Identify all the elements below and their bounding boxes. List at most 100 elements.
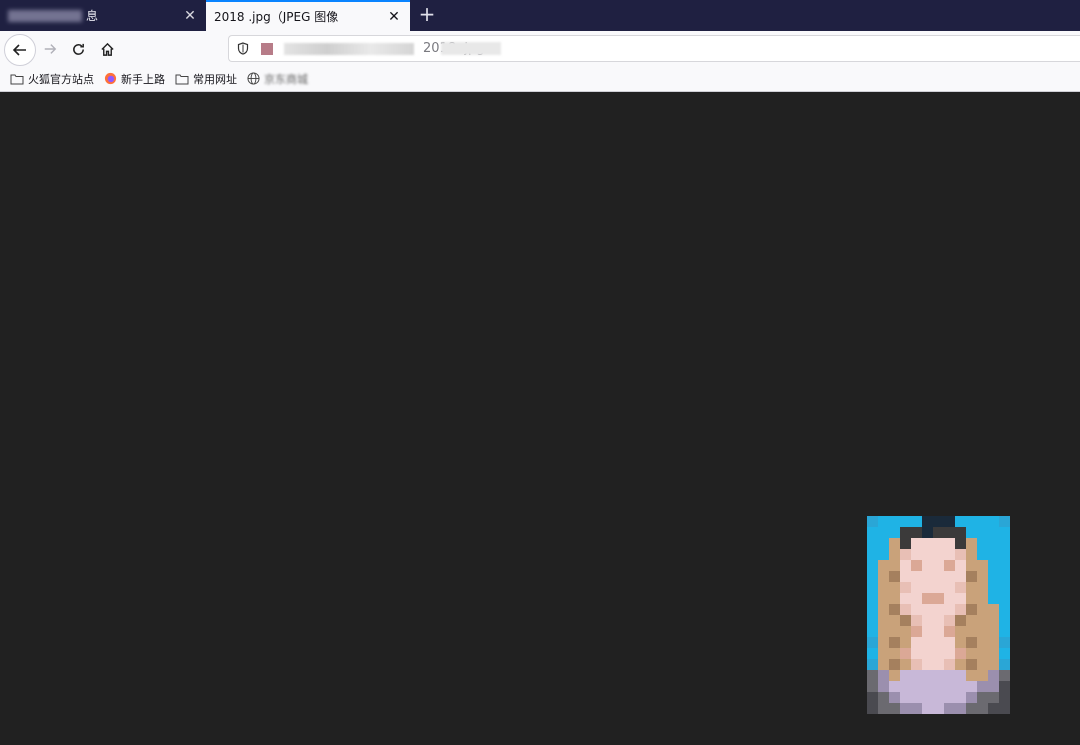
image-pixel — [999, 681, 1010, 692]
site-favicon — [261, 42, 273, 55]
image-pixel — [977, 527, 988, 538]
tab-inactive[interactable]: 息 ✕ — [0, 0, 206, 31]
image-pixel — [911, 648, 922, 659]
bookmark-label: 火狐官方站点 — [28, 72, 94, 86]
image-pixel — [966, 615, 977, 626]
image-pixel — [977, 582, 988, 593]
image-pixel — [988, 626, 999, 637]
image-pixel — [933, 527, 944, 538]
bookmark-item[interactable]: 新手上路 — [104, 71, 165, 87]
image-pixel — [889, 560, 900, 571]
image-pixel — [955, 549, 966, 560]
image-pixel — [900, 670, 911, 681]
image-pixel — [867, 615, 878, 626]
image-pixel — [955, 703, 966, 714]
image-pixel — [999, 582, 1010, 593]
image-pixel — [955, 637, 966, 648]
image-pixel — [889, 670, 900, 681]
image-pixel — [988, 571, 999, 582]
image-pixel — [966, 571, 977, 582]
reload-button[interactable] — [64, 35, 92, 63]
image-pixel — [999, 593, 1010, 604]
image-pixel — [867, 549, 878, 560]
bookmark-item[interactable]: 常用网址 — [175, 71, 237, 87]
image-pixel — [988, 560, 999, 571]
image-pixel — [955, 681, 966, 692]
arrow-right-icon — [44, 44, 57, 54]
close-icon[interactable]: ✕ — [384, 9, 404, 25]
home-button[interactable] — [93, 35, 121, 63]
image-pixel — [867, 516, 878, 527]
image-pixel — [867, 527, 878, 538]
jpeg-image[interactable] — [867, 516, 1010, 714]
image-pixel — [911, 527, 922, 538]
image-pixel — [999, 538, 1010, 549]
shield-icon[interactable] — [235, 41, 251, 57]
image-pixel — [966, 670, 977, 681]
image-pixel — [878, 582, 889, 593]
image-pixel — [944, 527, 955, 538]
image-pixel — [977, 538, 988, 549]
image-pixel — [878, 670, 889, 681]
image-pixel — [922, 626, 933, 637]
image-pixel — [878, 593, 889, 604]
tab-title: 2018 .jpg（JPEG 图像 — [214, 10, 339, 24]
image-pixel — [977, 604, 988, 615]
image-pixel — [889, 549, 900, 560]
url-bar[interactable]: 2018 .jpg — [228, 35, 1080, 62]
tab-active[interactable]: 2018 .jpg（JPEG 图像 ✕ — [206, 0, 410, 31]
bookmark-item[interactable]: 火狐官方站点 — [10, 71, 94, 87]
image-pixel — [933, 516, 944, 527]
image-pixel — [966, 692, 977, 703]
close-icon[interactable]: ✕ — [180, 8, 200, 24]
image-pixel — [944, 571, 955, 582]
image-pixel — [966, 659, 977, 670]
image-pixel — [911, 571, 922, 582]
bookmark-label: 京东商城 — [264, 72, 308, 86]
image-pixel — [922, 681, 933, 692]
image-pixel — [999, 516, 1010, 527]
image-pixel — [933, 582, 944, 593]
nav-toolbar: 2018 .jpg — [0, 31, 1080, 66]
image-pixel — [889, 692, 900, 703]
image-pixel — [988, 615, 999, 626]
bookmark-item[interactable]: 京东商城 — [247, 71, 308, 87]
image-pixel — [999, 637, 1010, 648]
image-pixel — [955, 516, 966, 527]
image-pixel — [944, 560, 955, 571]
image-pixel — [999, 626, 1010, 637]
image-pixel — [878, 615, 889, 626]
image-pixel — [900, 538, 911, 549]
image-pixel — [988, 637, 999, 648]
image-pixel — [955, 604, 966, 615]
image-pixel — [867, 582, 878, 593]
forward-button[interactable] — [36, 35, 64, 63]
bookmark-label: 常用网址 — [193, 72, 237, 86]
image-pixel — [933, 648, 944, 659]
image-pixel — [922, 703, 933, 714]
image-pixel — [988, 659, 999, 670]
image-pixel — [955, 582, 966, 593]
image-pixel — [966, 604, 977, 615]
image-pixel — [977, 593, 988, 604]
image-pixel — [900, 604, 911, 615]
image-pixel — [999, 659, 1010, 670]
image-pixel — [878, 571, 889, 582]
image-pixel — [988, 681, 999, 692]
image-pixel — [922, 637, 933, 648]
image-pixel — [922, 670, 933, 681]
image-pixel — [878, 681, 889, 692]
image-pixel — [955, 659, 966, 670]
image-pixel — [944, 681, 955, 692]
image-pixel — [911, 681, 922, 692]
new-tab-button[interactable]: + — [412, 0, 442, 31]
image-pixel — [889, 538, 900, 549]
image-pixel — [878, 626, 889, 637]
image-pixel — [911, 549, 922, 560]
back-button[interactable] — [4, 34, 36, 66]
image-pixel — [988, 527, 999, 538]
image-pixel — [944, 582, 955, 593]
image-pixel — [878, 692, 889, 703]
image-pixel — [977, 549, 988, 560]
image-pixel — [911, 692, 922, 703]
